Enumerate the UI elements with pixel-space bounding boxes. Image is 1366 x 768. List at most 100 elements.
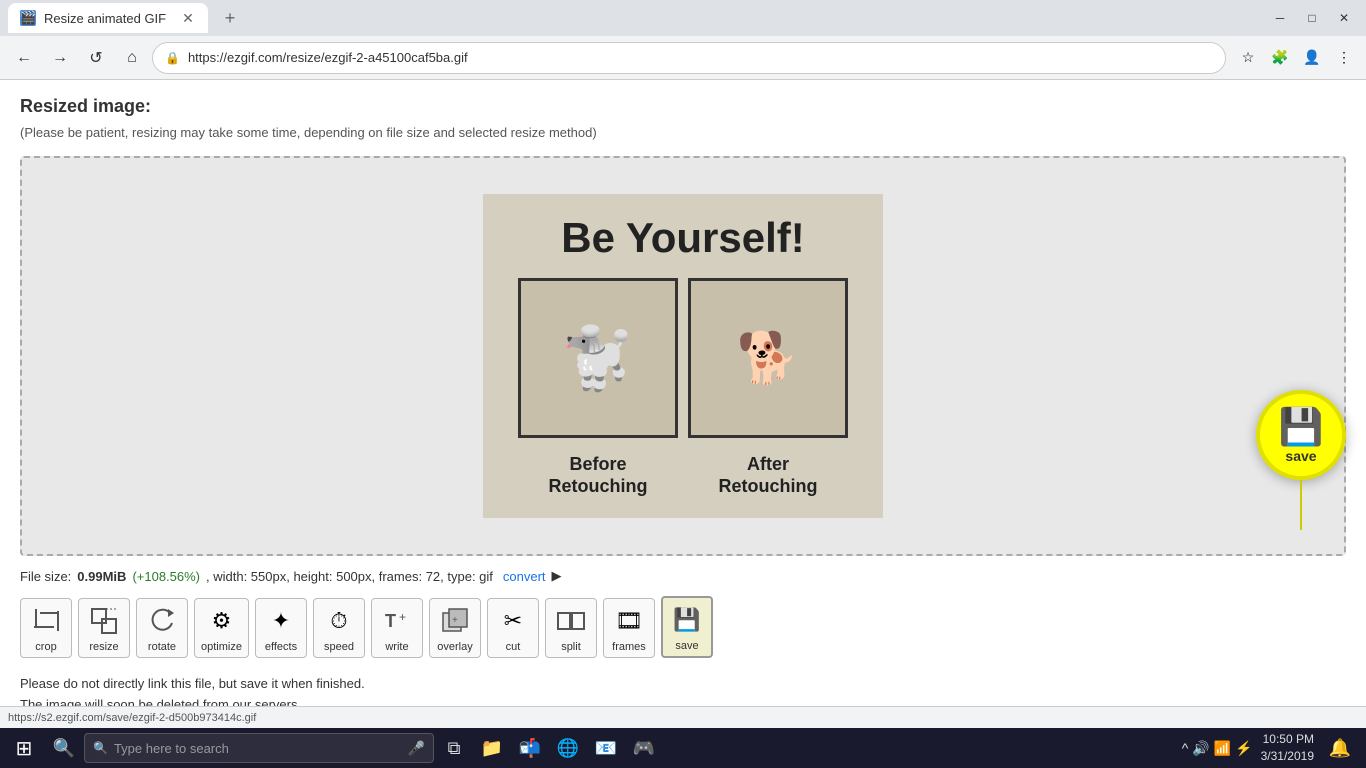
chrome-button[interactable]: 🌐 — [550, 730, 586, 766]
image-container: Be Yourself! 🐩 🐕 BeforeRetouching After — [20, 156, 1346, 556]
speed-icon: ⏱ — [321, 603, 357, 639]
taskbar-right: ^ 🔊 📶 ⚡ 10:50 PM 3/31/2019 🔔 — [1182, 730, 1362, 766]
close-button[interactable]: ✕ — [1330, 4, 1358, 32]
convert-link[interactable]: convert — [503, 569, 546, 584]
home-button[interactable]: ⌂ — [116, 42, 148, 74]
nav-action-icons: ☆ 🧩 👤 ⋮ — [1234, 44, 1358, 72]
start-button[interactable]: ⊞ — [4, 728, 44, 768]
url-text: https://ezgif.com/resize/ezgif-2-a45100c… — [188, 50, 1213, 65]
browser-window: 🎬 Resize animated GIF ✕ + ─ □ ✕ ← → ↺ ⌂ … — [0, 0, 1366, 768]
crop-label: crop — [35, 641, 56, 653]
clock-time: 10:50 PM — [1261, 731, 1314, 748]
save-bubble: 💾 save — [1256, 390, 1346, 480]
crop-tool[interactable]: crop — [20, 598, 72, 658]
minimize-button[interactable]: ─ — [1266, 4, 1294, 32]
email-button[interactable]: 📧 — [588, 730, 624, 766]
file-explorer-button[interactable]: 📁 — [474, 730, 510, 766]
rotate-icon — [144, 603, 180, 639]
back-button[interactable]: ← — [8, 42, 40, 74]
clock-date: 3/31/2019 — [1261, 748, 1314, 765]
bookmark-icon[interactable]: ☆ — [1234, 44, 1262, 72]
write-icon: T+ — [379, 603, 415, 639]
sys-tray: ^ 🔊 📶 ⚡ — [1182, 740, 1253, 757]
svg-text:+: + — [399, 610, 406, 624]
resize-label: resize — [89, 641, 118, 653]
volume-icon[interactable]: 🔊 — [1192, 740, 1209, 757]
tab-title: Resize animated GIF — [44, 11, 172, 26]
save-label: save — [675, 640, 698, 652]
taskbar-clock[interactable]: 10:50 PM 3/31/2019 — [1261, 731, 1314, 765]
split-icon — [553, 603, 589, 639]
overlay-icon: + — [437, 603, 473, 639]
profile-icon[interactable]: 👤 — [1298, 44, 1326, 72]
lock-icon: 🔒 — [165, 51, 180, 65]
resize-tool[interactable]: resize — [78, 598, 130, 658]
forward-button[interactable]: → — [44, 42, 76, 74]
overlay-label: overlay — [437, 641, 472, 653]
effects-tool[interactable]: ✦ effects — [255, 598, 307, 658]
gif-caption-after: AfterRetouching — [688, 454, 848, 497]
crop-icon — [28, 603, 64, 639]
mail-button[interactable]: 📬 — [512, 730, 548, 766]
new-tab-button[interactable]: + — [216, 4, 244, 32]
microphone-icon[interactable]: 🎤 — [408, 740, 425, 757]
refresh-button[interactable]: ↺ — [80, 42, 112, 74]
cut-tool[interactable]: ✂ cut — [487, 598, 539, 658]
windows-icon: ⊞ — [16, 736, 33, 761]
gif-captions: BeforeRetouching AfterRetouching — [503, 454, 863, 497]
taskbar: ⊞ 🔍 🔍 Type here to search 🎤 ⧉ 📁 📬 🌐 📧 🎮 … — [0, 728, 1366, 768]
speed-label: speed — [324, 641, 354, 653]
overlay-tool[interactable]: + overlay — [429, 598, 481, 658]
maximize-button[interactable]: □ — [1298, 4, 1326, 32]
write-tool[interactable]: T+ write — [371, 598, 423, 658]
frames-label: frames — [612, 641, 646, 653]
notifications-button[interactable]: 🔔 — [1322, 730, 1358, 766]
cut-label: cut — [506, 641, 521, 653]
address-bar[interactable]: 🔒 https://ezgif.com/resize/ezgif-2-a4510… — [152, 42, 1226, 74]
gif-display: Be Yourself! 🐩 🐕 BeforeRetouching After — [483, 194, 883, 517]
battery-icon[interactable]: ⚡ — [1235, 740, 1252, 757]
games-button[interactable]: 🎮 — [626, 730, 662, 766]
extensions-icon[interactable]: 🧩 — [1266, 44, 1294, 72]
warning-text: Please do not directly link this file, b… — [20, 674, 1346, 706]
page-title: Resized image: — [20, 96, 1346, 117]
optimize-tool[interactable]: ⚙ optimize — [194, 598, 249, 658]
tab-favicon: 🎬 — [20, 10, 36, 26]
convert-arrow: ▶ — [552, 568, 562, 584]
menu-icon[interactable]: ⋮ — [1330, 44, 1358, 72]
expand-tray-icon[interactable]: ^ — [1182, 740, 1189, 757]
tab-close-button[interactable]: ✕ — [180, 10, 196, 27]
warning-line1: Please do not directly link this file, b… — [20, 676, 365, 691]
save-tool[interactable]: 💾 save — [661, 596, 713, 658]
search-taskbar-button[interactable]: 🔍 — [46, 730, 82, 766]
save-arrow-line — [1300, 480, 1302, 530]
warning-line2: The image will soon be deleted from our … — [20, 697, 301, 706]
gif-panel-after: 🐕 — [688, 278, 848, 438]
split-tool[interactable]: split — [545, 598, 597, 658]
rotate-tool[interactable]: rotate — [136, 598, 188, 658]
file-size-percent: (+108.56%) — [132, 569, 200, 584]
gif-title: Be Yourself! — [503, 214, 863, 262]
task-view-button[interactable]: ⧉ — [436, 730, 472, 766]
browser-tab[interactable]: 🎬 Resize animated GIF ✕ — [8, 3, 208, 33]
write-label: write — [385, 641, 408, 653]
frames-tool[interactable]: 🎞 frames — [603, 598, 655, 658]
cut-icon: ✂ — [495, 603, 531, 639]
taskbar-search-box[interactable]: 🔍 Type here to search 🎤 — [84, 733, 434, 763]
speed-tool[interactable]: ⏱ speed — [313, 598, 365, 658]
real-dog-icon: 🐕 — [737, 329, 799, 388]
svg-text:+: + — [452, 615, 458, 626]
status-bar: https://s2.ezgif.com/save/ezgif-2-d500b9… — [0, 706, 1366, 728]
search-placeholder: Type here to search — [114, 741, 229, 756]
network-icon[interactable]: 📶 — [1214, 740, 1231, 757]
optimize-icon: ⚙ — [203, 603, 239, 639]
file-size: 0.99MiB — [77, 569, 126, 584]
page-content: Resized image: (Please be patient, resiz… — [0, 80, 1366, 706]
toolbar: crop resize rotate — [20, 596, 1346, 658]
save-icon: 💾 — [669, 602, 705, 638]
gif-panels: 🐩 🐕 — [503, 278, 863, 438]
effects-label: effects — [265, 641, 297, 653]
status-url: https://s2.ezgif.com/save/ezgif-2-d500b9… — [8, 712, 256, 724]
browser-body: Resized image: (Please be patient, resiz… — [0, 80, 1366, 728]
title-bar: 🎬 Resize animated GIF ✕ + ─ □ ✕ — [0, 0, 1366, 36]
